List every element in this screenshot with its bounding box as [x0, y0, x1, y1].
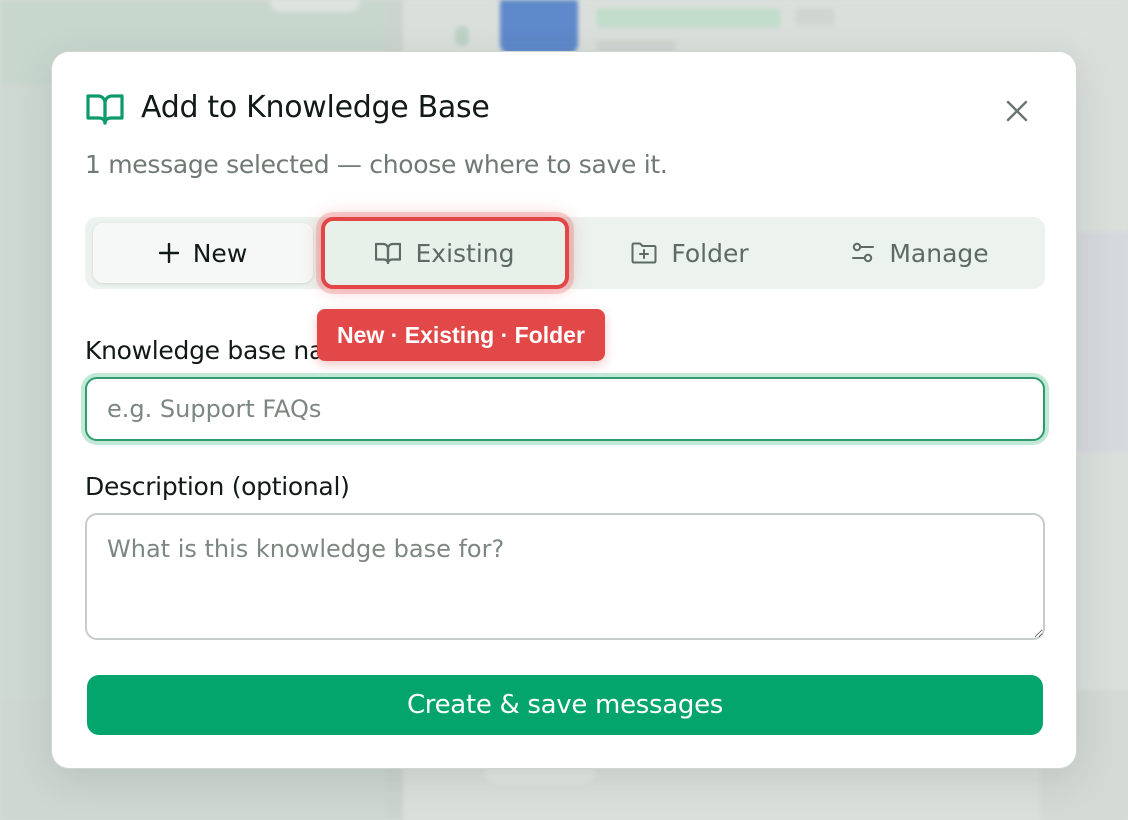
mode-tabs: New Existing Folder Manage [85, 217, 1045, 289]
close-button[interactable] [1002, 98, 1032, 128]
book-icon [375, 242, 402, 264]
add-to-knowledge-base-dialog: Add to Knowledge Base 1 message selected… [51, 51, 1077, 769]
close-icon [1006, 100, 1028, 127]
knowledge-base-name-input[interactable] [85, 377, 1045, 441]
plus-icon [158, 243, 179, 263]
tab-existing[interactable]: Existing [321, 217, 569, 289]
folder-plus-icon [631, 242, 657, 264]
tab-new[interactable]: New [93, 223, 313, 283]
sliders-icon [851, 242, 875, 264]
tab-tooltip: New · Existing · Folder [317, 309, 605, 361]
create-and-save-button[interactable]: Create & save messages [87, 675, 1043, 735]
tab-existing-label: Existing [415, 238, 515, 268]
tab-new-label: New [192, 238, 248, 268]
description-textarea[interactable] [85, 513, 1045, 640]
book-open-icon [86, 92, 124, 126]
tab-folder[interactable]: Folder [605, 223, 775, 283]
tab-folder-label: Folder [671, 238, 749, 268]
tab-manage[interactable]: Manage [825, 223, 1015, 283]
dialog-title: Add to Knowledge Base [141, 90, 490, 125]
dialog-subtitle: 1 message selected — choose where to sav… [85, 150, 668, 179]
tab-manage-label: Manage [889, 238, 989, 268]
description-label: Description (optional) [85, 472, 350, 501]
